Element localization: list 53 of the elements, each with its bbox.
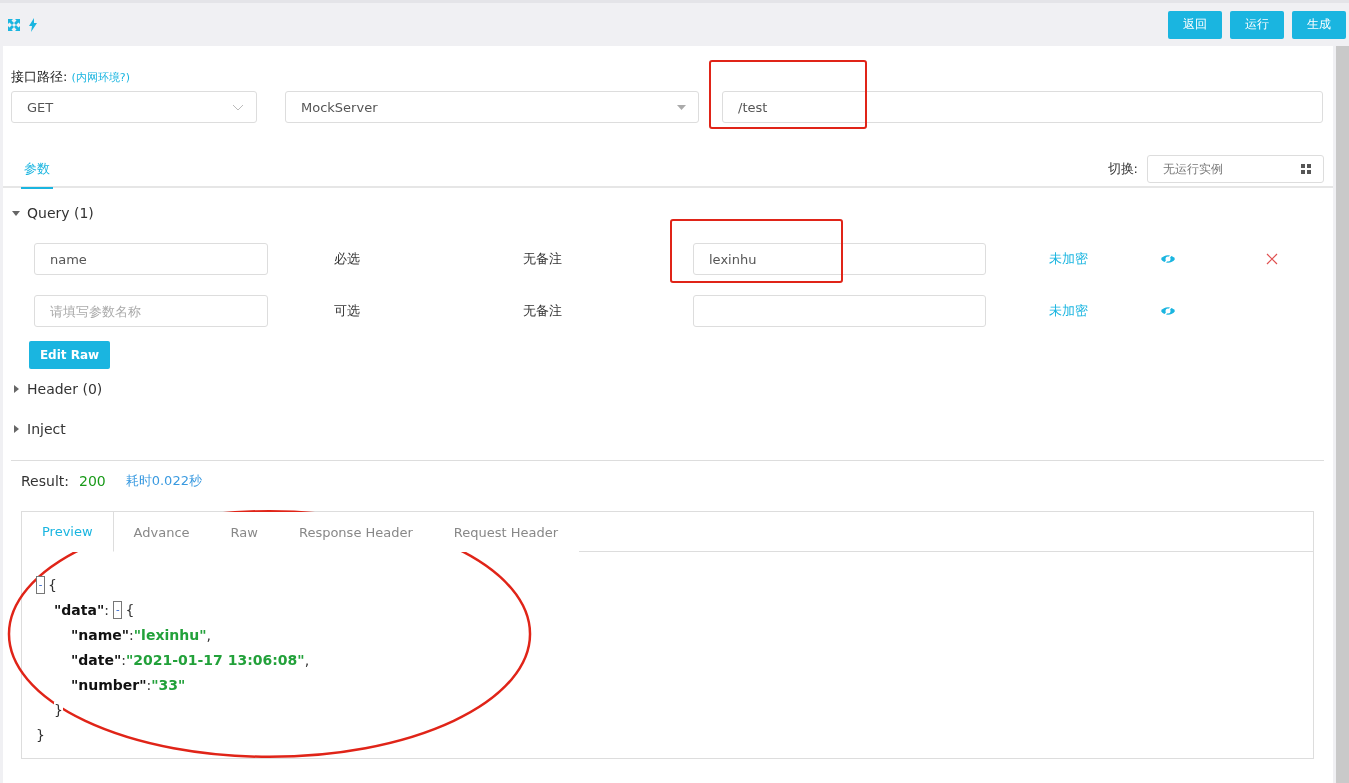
toolbar-button[interactable]: 返回: [1168, 10, 1222, 39]
lightning-icon[interactable]: [29, 17, 37, 32]
status-code: 200: [79, 473, 106, 489]
result-tab[interactable]: Raw: [210, 512, 279, 552]
scrollbar[interactable]: [1336, 46, 1349, 783]
param-name-input[interactable]: 请填写参数名称: [34, 295, 268, 327]
expand-icon[interactable]: [7, 17, 21, 32]
json-brace: {: [48, 576, 57, 593]
toolbar-button[interactable]: 生成: [1292, 10, 1346, 39]
result-label: Result:: [21, 473, 69, 489]
caret-down-icon: [677, 104, 686, 110]
encrypt-link[interactable]: 未加密: [1049, 250, 1089, 268]
json-entry: "name":"lexinhu",: [71, 626, 211, 643]
result-tab[interactable]: Preview: [22, 512, 114, 552]
json-brace: }: [36, 726, 45, 743]
grid-icon: [1301, 164, 1311, 174]
path-input[interactable]: /test: [722, 91, 1323, 123]
param-value-input[interactable]: lexinhu: [693, 243, 986, 275]
toolbar-button[interactable]: 运行: [1230, 10, 1284, 39]
encrypt-link[interactable]: 未加密: [1049, 302, 1089, 320]
caret-icon[interactable]: [11, 208, 21, 218]
json-entry: "date":"2021-01-17 13:06:08",: [71, 651, 310, 668]
path-label: 接口路径:: [11, 69, 68, 84]
result-tab[interactable]: Response Header: [278, 512, 434, 552]
caret-icon[interactable]: [11, 424, 21, 434]
section-title[interactable]: Inject: [27, 421, 66, 437]
result-tab[interactable]: Advance: [113, 512, 211, 552]
json-entry: "number":"33": [71, 676, 186, 693]
chevron-down-icon: [232, 103, 244, 111]
section-title[interactable]: Header (0): [27, 381, 103, 397]
json-brace: }: [54, 701, 63, 718]
required-text: 可选: [334, 302, 361, 320]
caret-icon[interactable]: [11, 384, 21, 394]
intranet-link[interactable]: (内网环境?): [71, 71, 130, 84]
remark-text: 无备注: [523, 302, 563, 320]
method-select[interactable]: GET: [11, 91, 257, 123]
eye-icon[interactable]: [1160, 305, 1176, 317]
param-value-input[interactable]: [693, 295, 986, 327]
collapse-toggle[interactable]: -: [113, 600, 123, 619]
json-brace: {: [125, 601, 135, 618]
collapse-toggle[interactable]: -: [36, 575, 45, 594]
instance-select[interactable]: 无运行实例: [1147, 155, 1324, 183]
server-select[interactable]: MockServer: [285, 91, 699, 123]
elapsed-time: 耗时0.022秒: [125, 472, 202, 490]
switch-label: 切换:: [1107, 160, 1138, 178]
param-name-input[interactable]: name: [34, 243, 268, 275]
required-text: 必选: [334, 250, 361, 268]
edit-raw-button[interactable]: Edit Raw: [29, 341, 110, 369]
eye-icon[interactable]: [1160, 253, 1176, 265]
close-icon[interactable]: [1266, 253, 1278, 265]
remark-text: 无备注: [523, 250, 563, 268]
params-tab[interactable]: 参数: [21, 159, 53, 189]
section-title[interactable]: Query (1): [27, 205, 94, 221]
